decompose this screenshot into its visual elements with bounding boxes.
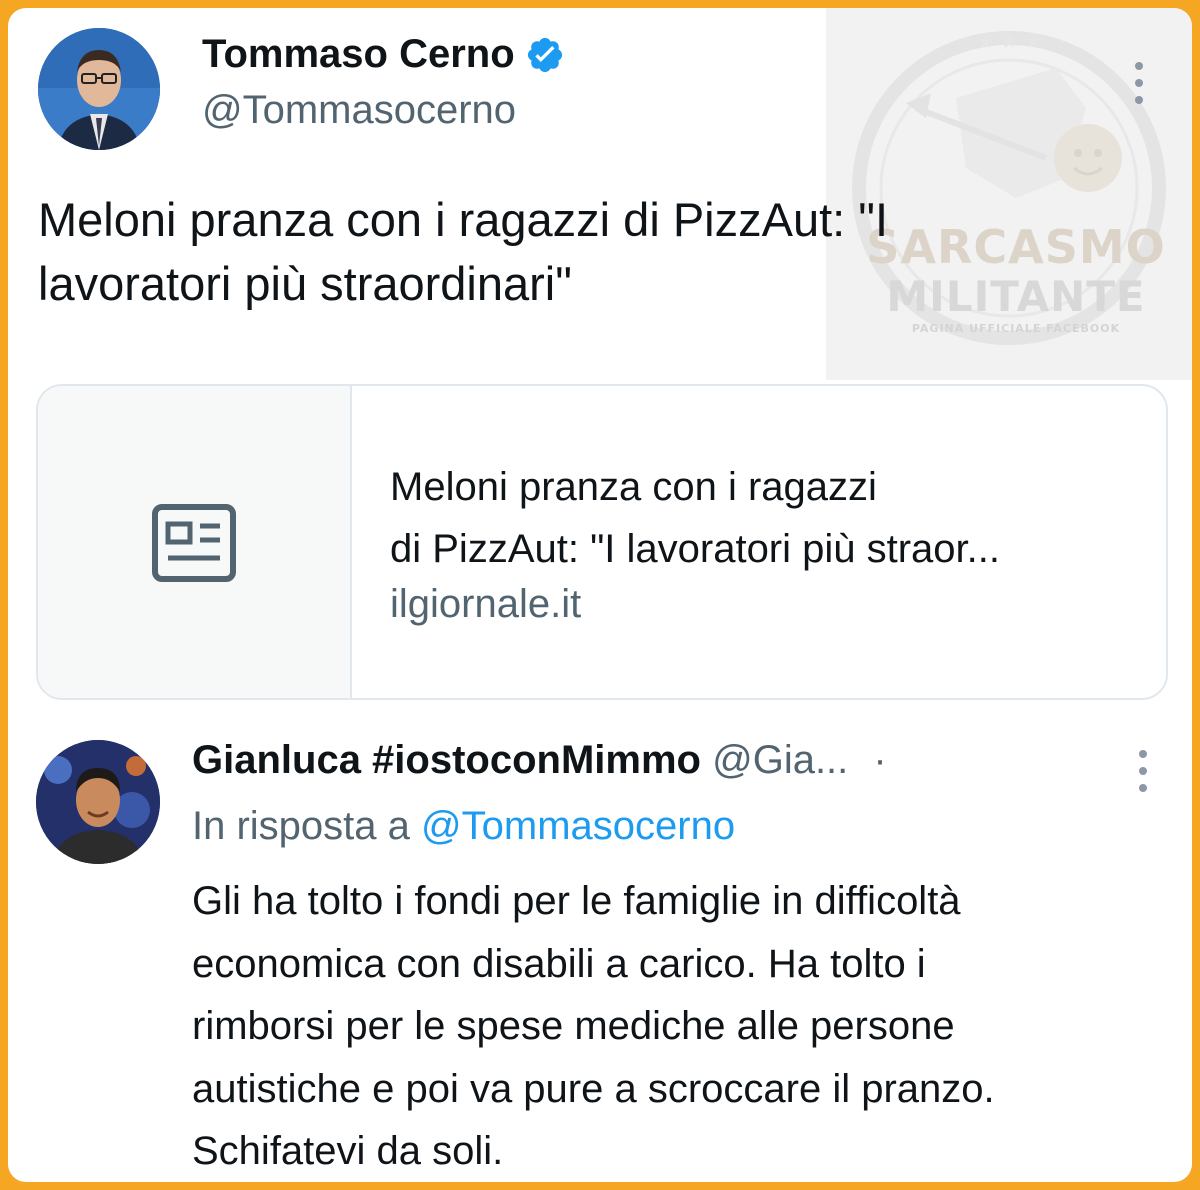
reply-avatar-image	[36, 740, 160, 864]
article-icon	[152, 504, 236, 582]
reply-text: Gli ha tolto i fondi per le famiglie in …	[192, 870, 1182, 1182]
screenshot-frame: ★ ★ ★ SARCASMO MILITANTE PAGINA UFFICIAL…	[8, 8, 1192, 1182]
reply-separator: ·	[873, 738, 887, 782]
more-options-icon[interactable]	[1132, 58, 1146, 108]
reply-more-options-icon[interactable]	[1136, 746, 1150, 796]
reply-text-line: autistiche e poi va pure a scroccare il …	[192, 1066, 995, 1111]
author-avatar[interactable]	[38, 28, 160, 150]
reply-author-avatar[interactable]	[36, 740, 160, 864]
reply-text-line: Schifatevi da soli.	[192, 1129, 504, 1173]
link-card-domain: ilgiornale.it	[390, 582, 582, 626]
reply-author-handle[interactable]: @Gia...	[712, 738, 848, 782]
watermark-line3: PAGINA UFFICIALE FACEBOOK	[911, 322, 1121, 335]
link-card[interactable]: Meloni pranza con i ragazzi di PizzAut: …	[36, 384, 1168, 700]
reply-context: In risposta a @Tommasocerno	[192, 804, 735, 849]
tweet-text: Meloni pranza con i ragazzi di PizzAut: …	[38, 188, 1138, 316]
svg-text:★ ★ ★: ★ ★ ★	[976, 29, 1043, 53]
link-card-title-line: di PizzAut: "I lavoratori più straor...	[390, 527, 1000, 571]
author-avatar-image	[38, 28, 160, 150]
reply-text-line: Gli ha tolto i fondi per le famiglie in …	[192, 879, 961, 923]
reply-author-name[interactable]: Gianluca #iostoconMimmo	[192, 738, 701, 782]
tweet-text-line: lavoratori più straordinari"	[38, 257, 572, 310]
reply-text-line: rimborsi per le spese mediche alle perso…	[192, 1004, 955, 1048]
author-name-row[interactable]: Tommaso Cerno	[202, 32, 565, 77]
link-card-title[interactable]: Meloni pranza con i ragazzi di PizzAut: …	[390, 456, 1130, 580]
tweet-text-line: Meloni pranza con i ragazzi di PizzAut: …	[38, 193, 889, 246]
author-name[interactable]: Tommaso Cerno	[202, 32, 515, 77]
link-card-title-line: Meloni pranza con i ragazzi	[390, 465, 877, 509]
author-handle[interactable]: @Tommasocerno	[202, 88, 516, 133]
reply-context-mention[interactable]: @Tommasocerno	[421, 804, 735, 848]
reply-header[interactable]: Gianluca #iostoconMimmo @Gia... ·	[192, 738, 887, 783]
verified-badge-icon	[525, 35, 565, 75]
link-card-thumbnail	[38, 386, 352, 698]
reply-text-line: economica con disabili a carico. Ha tolt…	[192, 941, 926, 986]
reply-context-prefix: In risposta a	[192, 804, 410, 848]
